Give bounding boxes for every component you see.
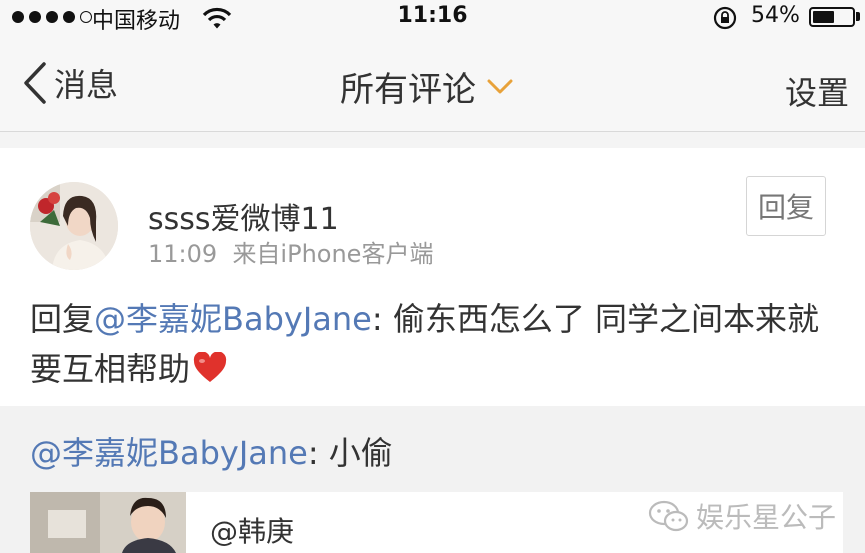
heart-emoji-icon: [193, 352, 227, 382]
comment-body: 回复@李嘉妮BabyJane: 偷东西怎么了 同学之间本来就要互相帮助: [30, 294, 840, 394]
page-title: 所有评论: [340, 70, 476, 110]
reply-button[interactable]: 回复: [746, 176, 826, 236]
embedded-author: @韩庚: [210, 515, 295, 548]
comment-filter-dropdown[interactable]: 所有评论: [340, 62, 514, 111]
chevron-left-icon: [24, 62, 46, 104]
battery-fill: [813, 11, 834, 23]
comment-card: ssss爱微博11 11:09 来自iPhone客户端 回复 回复@李嘉妮Bab…: [0, 148, 865, 406]
reply-prefix: 回复: [30, 300, 95, 338]
avatar-image: [30, 182, 118, 270]
original-post[interactable]: @李嘉妮BabyJane: 小偷 @韩庚 娱乐星公子: [0, 406, 865, 553]
rotation-lock-icon: [713, 6, 737, 30]
comment-time: 11:09: [148, 240, 218, 268]
back-label: 消息: [54, 66, 119, 104]
comment-meta: 11:09 来自iPhone客户端: [148, 234, 433, 269]
battery-percent: 54%: [751, 3, 800, 28]
mention-link[interactable]: @李嘉妮BabyJane: [94, 300, 372, 338]
comment-source: 来自iPhone客户端: [232, 240, 434, 268]
comment-username[interactable]: ssss爱微博11: [148, 194, 339, 238]
original-mention-link[interactable]: @李嘉妮BabyJane: [30, 434, 308, 472]
chevron-down-icon: [487, 79, 513, 93]
wechat-icon: [648, 500, 689, 532]
settings-button[interactable]: 设置: [785, 68, 849, 114]
back-button[interactable]: 消息: [22, 60, 118, 106]
status-bar: 中国移动 11:16 54%: [0, 0, 865, 34]
embedded-thumbnail: [30, 492, 186, 553]
original-body: : 小偷: [307, 434, 393, 472]
watermark-text: 娱乐星公子: [696, 501, 837, 534]
battery-nub: [856, 12, 860, 21]
battery-icon: [809, 7, 855, 27]
nav-bar: 消息 所有评论 设置: [0, 34, 865, 132]
watermark: 娱乐星公子: [648, 496, 836, 536]
avatar[interactable]: [30, 182, 118, 270]
original-text: @李嘉妮BabyJane: 小偷: [30, 428, 393, 474]
